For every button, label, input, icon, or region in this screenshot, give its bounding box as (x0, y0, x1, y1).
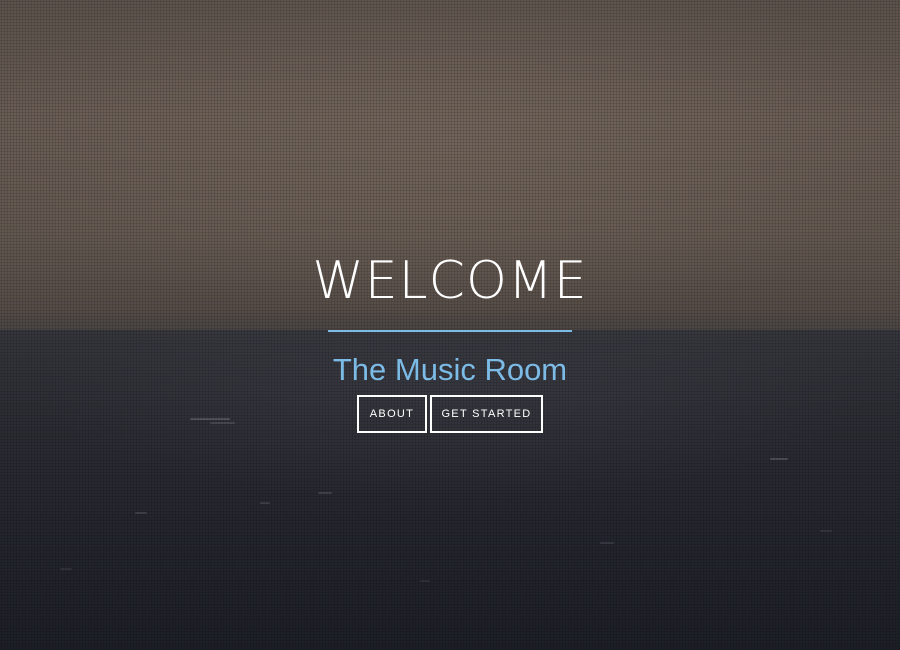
page-title: WELCOME (312, 251, 588, 311)
site-subtitle: The Music Room (332, 352, 568, 387)
hero-content: WELCOME The Music Room ABOUT GET STARTED (0, 0, 900, 650)
get-started-button[interactable]: GET STARTED (430, 395, 543, 433)
about-button[interactable]: ABOUT (357, 395, 427, 433)
title-divider (328, 330, 572, 332)
hero-buttons: ABOUT GET STARTED (0, 395, 900, 433)
